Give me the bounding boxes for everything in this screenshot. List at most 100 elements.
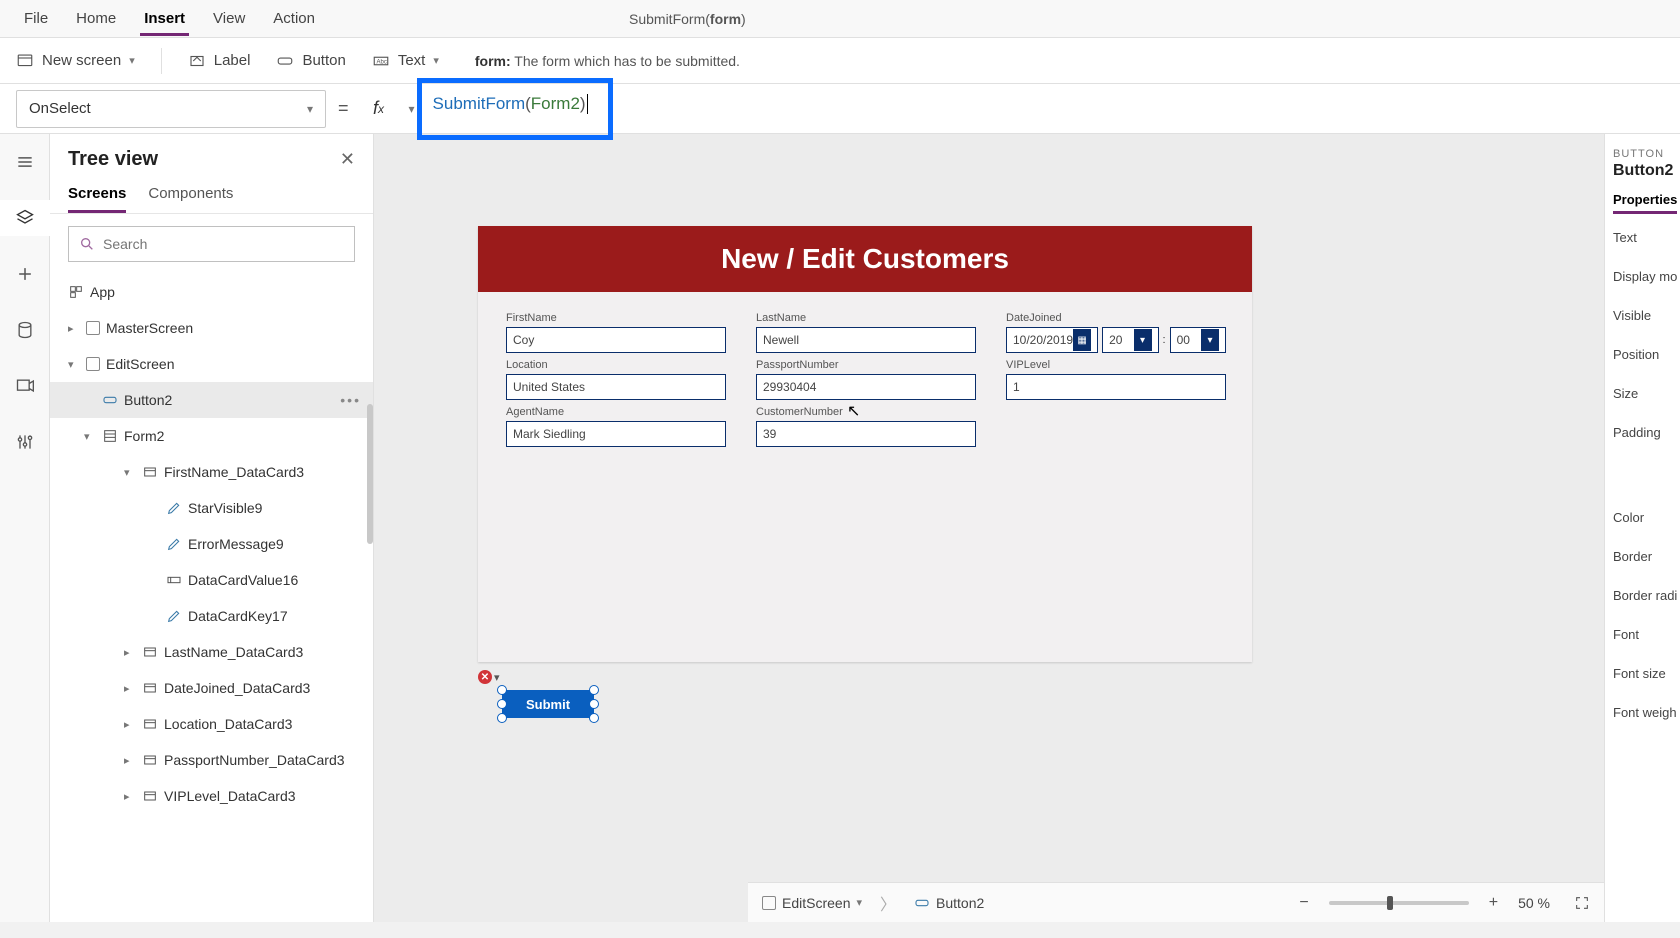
prop-visible[interactable]: Visible — [1613, 308, 1672, 323]
datacard-icon — [142, 680, 158, 696]
breadcrumb-screen[interactable]: EditScreen ▾ — [762, 895, 862, 911]
prop-padding[interactable]: Padding — [1613, 425, 1672, 440]
tree-node-masterscreen[interactable]: ▸ MasterScreen — [50, 310, 373, 346]
tree-node-location-card[interactable]: ▸ Location_DataCard3 — [50, 706, 373, 742]
input-lastname[interactable] — [756, 327, 976, 353]
tree-node-firstname-card[interactable]: ▾ FirstName_DataCard3 — [50, 454, 373, 490]
prop-borderradius[interactable]: Border radi — [1613, 588, 1672, 603]
zoom-in-button[interactable]: + — [1483, 894, 1504, 912]
menu-home[interactable]: Home — [62, 2, 130, 35]
tree-node-editscreen[interactable]: ▾ EditScreen — [50, 346, 373, 382]
tab-screens[interactable]: Screens — [68, 185, 126, 213]
prop-size[interactable]: Size — [1613, 386, 1672, 401]
zoom-slider-thumb[interactable] — [1387, 896, 1393, 910]
resize-handle[interactable] — [589, 685, 599, 695]
input-passport[interactable] — [756, 374, 976, 400]
prop-font[interactable]: Font — [1613, 627, 1672, 642]
resize-handle[interactable] — [497, 699, 507, 709]
submit-button[interactable]: Submit — [502, 690, 594, 718]
prop-fontweight[interactable]: Font weigh — [1613, 705, 1672, 720]
input-agentname[interactable] — [506, 421, 726, 447]
menu-file[interactable]: File — [10, 2, 62, 35]
tree-node-button2[interactable]: Button2 ••• — [50, 382, 373, 418]
input-location[interactable] — [506, 374, 726, 400]
tree-view-title: Tree view — [68, 148, 158, 171]
breadcrumb-control[interactable]: Button2 — [914, 895, 984, 911]
rail-insert[interactable] — [0, 256, 50, 292]
select-hour[interactable]: 20▾ — [1102, 327, 1158, 353]
button-icon — [102, 392, 118, 408]
rail-tree-view[interactable] — [0, 200, 50, 236]
tree-node-errormessage[interactable]: ErrorMessage9 — [50, 526, 373, 562]
tree-node-starvisible[interactable]: StarVisible9 — [50, 490, 373, 526]
rail-data[interactable] — [0, 312, 50, 348]
prop-fontsize[interactable]: Font size — [1613, 666, 1672, 681]
prop-displaymode[interactable]: Display mo — [1613, 269, 1672, 284]
prop-color[interactable]: Color — [1613, 510, 1672, 525]
scrollbar-thumb[interactable] — [367, 404, 373, 544]
resize-handle[interactable] — [589, 713, 599, 723]
calendar-icon[interactable]: ▦ — [1073, 329, 1091, 351]
fx-icon[interactable]: fx — [361, 91, 397, 127]
edit-icon — [166, 536, 182, 552]
insert-button-button[interactable]: Button — [276, 52, 345, 70]
select-minute[interactable]: 00▾ — [1170, 327, 1226, 353]
rail-hamburger[interactable] — [0, 144, 50, 180]
formula-input[interactable]: SubmitForm(Form2) — [427, 90, 1664, 128]
fit-screen-icon[interactable] — [1574, 895, 1590, 911]
tree-search-input[interactable] — [103, 236, 344, 252]
menu-action[interactable]: Action — [259, 2, 329, 35]
new-screen-button[interactable]: New screen ▾ — [16, 52, 135, 70]
field-viplevel: VIPLevel — [1006, 359, 1226, 400]
formula-bar: OnSelect ▾ = fx ▾ SubmitForm(Form2) — [0, 84, 1680, 134]
chevron-down-icon: ▾ — [856, 896, 862, 909]
sliders-icon — [15, 432, 35, 452]
tree-search-box[interactable] — [68, 226, 355, 262]
input-firstname[interactable] — [506, 327, 726, 353]
tree-node-datejoined-card[interactable]: ▸ DateJoined_DataCard3 — [50, 670, 373, 706]
tree-node-form2[interactable]: ▾ Form2 — [50, 418, 373, 454]
resize-handle[interactable] — [497, 713, 507, 723]
app-screen[interactable]: New / Edit Customers FirstName LastName … — [478, 226, 1252, 662]
rail-advanced[interactable] — [0, 424, 50, 460]
chevron-down-icon[interactable]: ▾ — [409, 102, 415, 116]
rail-media[interactable] — [0, 368, 50, 404]
resize-handle[interactable] — [589, 699, 599, 709]
zoom-slider[interactable] — [1329, 901, 1469, 905]
tree-node-datacardvalue[interactable]: DataCardValue16 — [50, 562, 373, 598]
insert-text-button[interactable]: Abc Text ▾ — [372, 52, 439, 70]
datacard-icon — [142, 788, 158, 804]
tree-node-app[interactable]: App — [50, 274, 373, 310]
tree-node-vip-card[interactable]: ▸ VIPLevel_DataCard3 — [50, 778, 373, 814]
property-selector[interactable]: OnSelect ▾ — [16, 90, 326, 128]
input-customernumber[interactable] — [756, 421, 976, 447]
input-datejoined[interactable]: 10/20/2019 ▦ — [1006, 327, 1098, 353]
tree-node-lastname-card[interactable]: ▸ LastName_DataCard3 — [50, 634, 373, 670]
design-canvas[interactable]: New / Edit Customers FirstName LastName … — [374, 134, 1604, 922]
label-icon — [188, 52, 206, 70]
app-icon — [68, 284, 84, 300]
tree-node-datacardkey[interactable]: DataCardKey17 — [50, 598, 373, 634]
prop-position[interactable]: Position — [1613, 347, 1672, 362]
left-rail — [0, 134, 50, 922]
database-icon — [15, 320, 35, 340]
more-options-icon[interactable]: ••• — [340, 392, 361, 408]
control-name-label: Button2 — [1613, 162, 1672, 180]
top-menu-bar: File Home Insert View Action SubmitForm(… — [0, 0, 1680, 38]
tree-node-passport-card[interactable]: ▸ PassportNumber_DataCard3 — [50, 742, 373, 778]
insert-label-button[interactable]: Label — [188, 52, 251, 70]
error-indicator[interactable]: ✕ ▾ — [478, 670, 500, 684]
input-viplevel[interactable] — [1006, 374, 1226, 400]
prop-text[interactable]: Text — [1613, 230, 1672, 245]
tab-properties[interactable]: Properties — [1613, 192, 1677, 214]
field-passport: PassportNumber — [756, 359, 976, 400]
chevron-down-icon: ▾ — [494, 671, 500, 684]
datacard-icon — [142, 752, 158, 768]
resize-handle[interactable] — [497, 685, 507, 695]
menu-view[interactable]: View — [199, 2, 259, 35]
zoom-out-button[interactable]: − — [1293, 894, 1314, 912]
prop-border[interactable]: Border — [1613, 549, 1672, 564]
close-panel-button[interactable]: ✕ — [340, 149, 355, 170]
tab-components[interactable]: Components — [148, 185, 233, 213]
menu-insert[interactable]: Insert — [130, 2, 199, 35]
